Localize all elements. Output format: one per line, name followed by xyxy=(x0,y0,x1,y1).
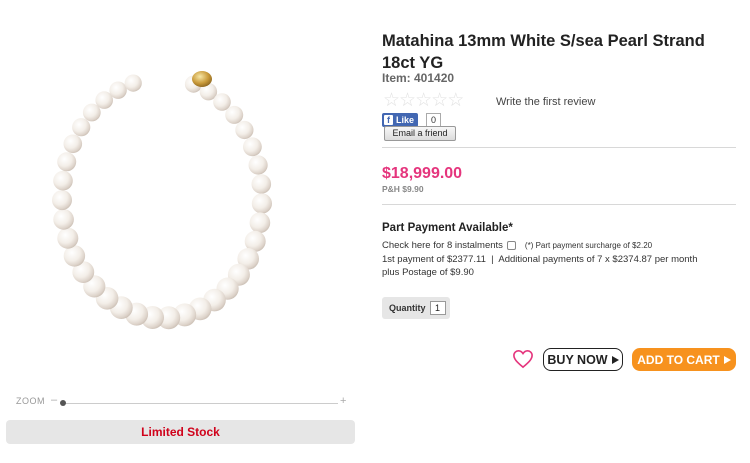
item-number: Item: 401420 xyxy=(382,71,455,85)
heart-icon[interactable] xyxy=(512,349,534,369)
pearl xyxy=(251,193,272,214)
like-count: 0 xyxy=(426,113,442,127)
product-price: $18,999.00 xyxy=(382,165,463,182)
pearl xyxy=(124,74,142,92)
pearl xyxy=(225,105,244,124)
payment-schedule: 1st payment of $2377.11 | Additional pay… xyxy=(382,254,698,265)
zoom-control: ZOOM – + xyxy=(16,394,348,410)
pearl xyxy=(52,190,72,211)
zoom-label: ZOOM xyxy=(16,396,45,406)
email-friend-button[interactable]: Email a friend xyxy=(384,126,456,141)
facebook-icon: f xyxy=(384,115,393,125)
pearl xyxy=(63,134,83,154)
pearl xyxy=(251,174,272,194)
gold-clasp xyxy=(192,71,212,87)
pearl xyxy=(243,137,262,157)
buy-now-label: BUY NOW xyxy=(547,352,608,367)
stock-status-badge: Limited Stock xyxy=(6,420,355,444)
quantity-label: Quantity xyxy=(389,303,426,313)
postage-handling: P&H $9.90 xyxy=(382,184,424,194)
zoom-slider-handle[interactable] xyxy=(60,400,66,406)
zoom-in-button[interactable]: + xyxy=(340,395,346,407)
divider xyxy=(382,147,736,148)
like-label: Like xyxy=(396,115,415,125)
pearl xyxy=(249,212,271,233)
pearl xyxy=(235,120,254,140)
pearl xyxy=(53,170,73,191)
pearl-necklace-image[interactable] xyxy=(40,50,340,350)
pearl xyxy=(57,227,79,249)
part-payment-option: Check here for 8 instalments (*) Part pa… xyxy=(382,240,652,251)
surcharge-note: (*) Part payment surcharge of $2.20 xyxy=(524,241,653,250)
pearl xyxy=(72,118,91,137)
part-payment-title: Part Payment Available* xyxy=(382,222,513,234)
add-to-cart-label: ADD TO CART xyxy=(637,352,720,367)
star-icon[interactable]: ☆ xyxy=(447,90,464,111)
pearl xyxy=(213,93,231,111)
divider xyxy=(382,204,736,205)
pearl xyxy=(57,152,77,172)
add-to-cart-button[interactable]: ADD TO CART xyxy=(632,348,736,371)
star-icon[interactable]: ☆ xyxy=(415,90,432,111)
star-icon[interactable]: ☆ xyxy=(399,90,416,111)
quantity-input[interactable]: 1 xyxy=(429,301,446,315)
instalments-checkbox[interactable] xyxy=(506,241,516,250)
play-arrow-icon xyxy=(723,355,731,364)
product-title: Matahina 13mm White S/sea Pearl Strand 1… xyxy=(382,32,705,72)
zoom-out-button[interactable]: – xyxy=(51,394,57,406)
pearl xyxy=(53,209,74,230)
rating-stars[interactable]: ☆☆☆☆☆ xyxy=(383,90,464,111)
pearl xyxy=(248,155,268,175)
product-image-panel: ZOOM – + Limited Stock xyxy=(0,0,365,463)
star-icon[interactable]: ☆ xyxy=(431,90,448,111)
instalments-label: Check here for 8 instalments xyxy=(382,240,503,251)
quantity-control: Quantity 1 xyxy=(382,297,450,319)
star-icon[interactable]: ☆ xyxy=(383,90,400,111)
zoom-slider-track[interactable] xyxy=(62,403,338,404)
facebook-like-button[interactable]: f Like xyxy=(382,113,419,127)
payment-postage: plus Postage of $9.90 xyxy=(382,267,474,278)
buy-now-button[interactable]: BUY NOW xyxy=(543,348,623,371)
write-review-link[interactable]: Write the first review xyxy=(496,96,595,108)
play-arrow-icon xyxy=(611,355,619,364)
pearl xyxy=(109,81,127,99)
